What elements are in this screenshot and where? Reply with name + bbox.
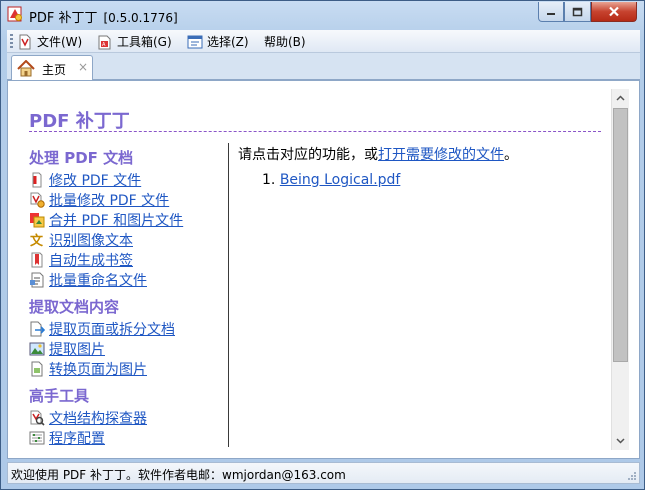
- prompt-prefix: 请点击对应的功能，或: [238, 147, 378, 163]
- main-window: PDF 补丁丁 [0.5.0.1776] 文件(W) A 工具箱(G) 选择(Z…: [0, 0, 645, 490]
- link-inspector[interactable]: 文档结构探查器: [29, 409, 147, 427]
- menu-bar: 文件(W) A 工具箱(G) 选择(Z) 帮助(B): [7, 30, 640, 53]
- link-merge[interactable]: 合并 PDF 和图片文件: [29, 211, 183, 229]
- window-title-name: PDF 补丁丁: [29, 11, 98, 26]
- link-merge-label[interactable]: 合并 PDF 和图片文件: [49, 210, 183, 230]
- open-file-prompt: 请点击对应的功能，或打开需要修改的文件。: [238, 144, 518, 164]
- status-text: 欢迎使用 PDF 补丁丁。软件作者电邮：wmjordan@163.com: [11, 468, 346, 482]
- app-icon: [7, 6, 22, 22]
- close-icon: [609, 6, 619, 17]
- extract-images-icon: [29, 342, 45, 356]
- open-file-link[interactable]: 打开需要修改的文件: [378, 147, 504, 163]
- tab-home[interactable]: 主页 ×: [11, 55, 93, 80]
- rename-icon: [30, 272, 44, 288]
- link-batch-pdf[interactable]: 批量修改 PDF 文件: [29, 191, 169, 209]
- ocr-icon: 文: [30, 233, 44, 248]
- vertical-scrollbar[interactable]: [611, 89, 629, 450]
- scroll-down-button[interactable]: [612, 432, 629, 449]
- link-extract-images-label[interactable]: 提取图片: [49, 339, 105, 359]
- link-batch-pdf-label[interactable]: 批量修改 PDF 文件: [49, 190, 169, 210]
- window-title: PDF 补丁丁 [0.5.0.1776]: [29, 7, 178, 26]
- minimize-button[interactable]: [538, 2, 564, 22]
- section-title-advanced: 高手工具: [29, 387, 90, 405]
- chevron-down-icon: [616, 437, 625, 444]
- link-extract-images[interactable]: 提取图片: [29, 340, 105, 358]
- maximize-icon: [572, 7, 583, 16]
- menu-file[interactable]: 文件(W): [17, 33, 82, 50]
- render-pages-icon: [31, 361, 43, 377]
- bookmark-icon: [31, 252, 43, 268]
- svg-text:文: 文: [30, 233, 44, 248]
- tab-home-label: 主页: [42, 63, 67, 77]
- link-ocr-label[interactable]: 识别图像文本: [49, 230, 133, 250]
- link-ocr[interactable]: 文 识别图像文本: [29, 231, 133, 249]
- close-button[interactable]: [591, 2, 637, 22]
- title-bar[interactable]: PDF 补丁丁 [0.5.0.1776]: [1, 1, 644, 29]
- home-icon: [17, 60, 35, 77]
- link-inspector-label[interactable]: 文档结构探查器: [49, 408, 147, 428]
- section-title-process: 处理 PDF 文档: [29, 149, 134, 167]
- link-settings[interactable]: 程序配置: [29, 429, 105, 447]
- function-list: 处理 PDF 文档 修改 PDF 文件 批量修改 PDF 文件 合并 PDF 和…: [29, 144, 228, 447]
- extract-pages-icon: [30, 321, 45, 337]
- toolbox-menu-icon: A: [98, 35, 111, 49]
- link-bookmark-label[interactable]: 自动生成书签: [49, 250, 133, 270]
- resize-grip-icon[interactable]: [627, 471, 637, 481]
- link-edit-pdf[interactable]: 修改 PDF 文件: [29, 171, 141, 189]
- section-title-extract: 提取文档内容: [29, 298, 120, 316]
- edit-pdf-icon: [32, 172, 42, 188]
- merge-icon: [30, 213, 45, 228]
- svg-text:A: A: [102, 42, 106, 48]
- window-title-version: [0.5.0.1776]: [103, 11, 178, 25]
- menu-file-label: 文件(W): [37, 35, 83, 49]
- tab-close-icon[interactable]: ×: [78, 60, 88, 74]
- chevron-up-icon: [616, 94, 625, 101]
- menu-select-label: 选择(Z): [207, 35, 249, 49]
- link-extract-pages[interactable]: 提取页面或拆分文档: [29, 320, 175, 338]
- menu-toolbox-label: 工具箱(G): [117, 35, 172, 49]
- link-settings-label[interactable]: 程序配置: [49, 428, 105, 447]
- title-divider: [29, 131, 601, 132]
- recent-file-link[interactable]: Being Logical.pdf: [280, 172, 401, 188]
- menu-toolbox[interactable]: A 工具箱(G): [97, 33, 172, 50]
- inspector-icon: [30, 410, 45, 426]
- maximize-button[interactable]: [564, 2, 591, 22]
- menu-select[interactable]: 选择(Z): [187, 33, 249, 50]
- link-edit-pdf-label[interactable]: 修改 PDF 文件: [49, 170, 141, 190]
- menu-help[interactable]: 帮助(B): [264, 33, 306, 50]
- link-extract-pages-label[interactable]: 提取页面或拆分文档: [49, 319, 175, 339]
- link-render-pages-label[interactable]: 转换页面为图片: [49, 359, 147, 379]
- content-area: PDF 补丁丁 处理 PDF 文档 修改 PDF 文件 批量修改 PDF 文件 …: [7, 80, 640, 459]
- column-divider: [228, 143, 229, 447]
- link-rename[interactable]: 批量重命名文件: [29, 271, 147, 289]
- recent-file-item: 1. Being Logical.pdf: [262, 172, 400, 188]
- home-app-title: PDF 补丁丁: [29, 111, 130, 132]
- link-bookmark[interactable]: 自动生成书签: [29, 251, 133, 269]
- scroll-thumb[interactable]: [613, 108, 628, 362]
- home-page: PDF 补丁丁 处理 PDF 文档 修改 PDF 文件 批量修改 PDF 文件 …: [20, 89, 607, 447]
- link-rename-label[interactable]: 批量重命名文件: [49, 270, 147, 290]
- status-bar: 欢迎使用 PDF 补丁丁。软件作者电邮：wmjordan@163.com: [7, 462, 640, 484]
- scroll-up-button[interactable]: [612, 89, 629, 106]
- menu-help-label: 帮助(B): [264, 35, 306, 49]
- file-menu-icon: [19, 34, 31, 49]
- settings-icon: [29, 431, 45, 445]
- minimize-icon: [547, 12, 555, 15]
- tab-strip: 主页 ×: [7, 53, 640, 80]
- menu-grip-icon[interactable]: [10, 34, 13, 48]
- batch-pdf-icon: [30, 192, 45, 208]
- select-menu-icon: [187, 35, 203, 48]
- link-render-pages[interactable]: 转换页面为图片: [29, 360, 147, 378]
- recent-file-index: 1.: [262, 172, 276, 188]
- prompt-suffix: 。: [504, 147, 518, 163]
